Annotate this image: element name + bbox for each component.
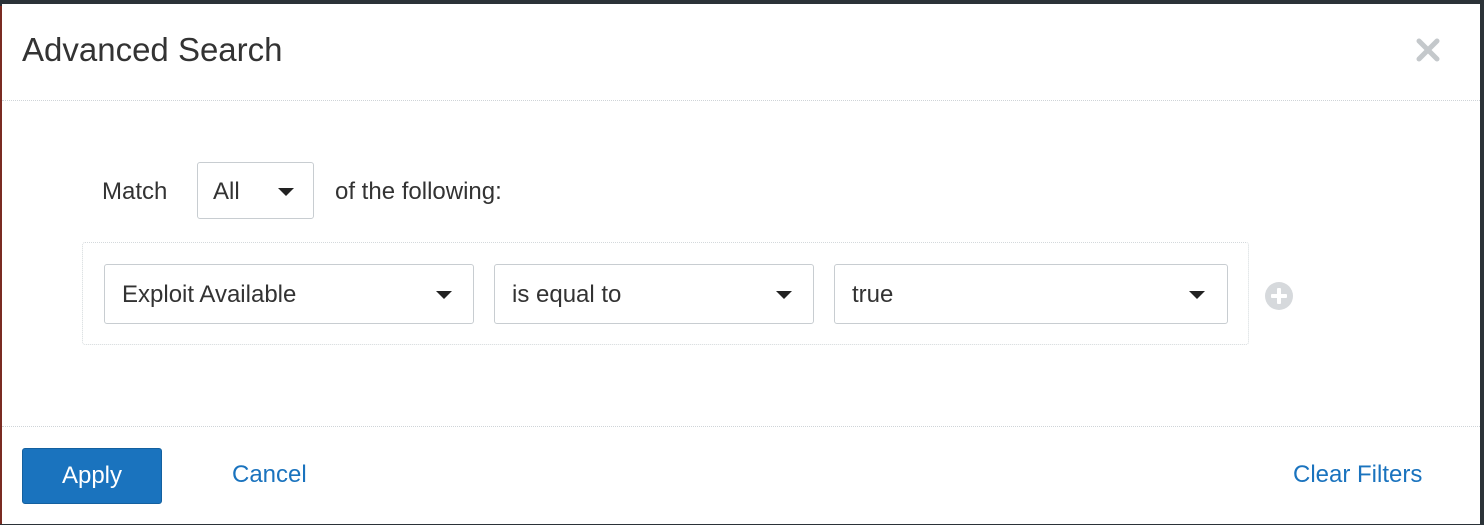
dialog-title: Advanced Search [22,31,283,68]
add-filter-button[interactable] [1264,281,1294,311]
filter-operator-value: is equal to [512,281,622,308]
chevron-down-icon [436,291,452,299]
advanced-search-dialog: Advanced Search Match All of the followi… [2,4,1480,524]
close-button[interactable] [1414,36,1442,64]
chevron-down-icon [278,188,294,196]
filter-field-select[interactable]: Exploit Available [104,264,474,324]
match-label: Match [102,178,168,205]
close-icon [1416,38,1440,62]
clear-filters-link[interactable]: Clear Filters [1293,461,1422,489]
dialog-header: Advanced Search [2,4,1480,101]
match-select[interactable]: All [197,162,314,219]
filter-value-value: true [852,281,894,308]
plus-circle-icon [1265,282,1293,310]
chevron-down-icon [1189,291,1205,299]
match-suffix-label: of the following: [335,178,502,205]
screen-background: Advanced Search Match All of the followi… [0,0,1484,524]
filter-rule-box: Exploit Available is equal to true [82,242,1249,345]
filter-value-select[interactable]: true [834,264,1228,324]
filter-operator-select[interactable]: is equal to [494,264,814,324]
filter-field-value: Exploit Available [122,281,297,308]
dialog-footer: Apply Cancel Clear Filters [2,426,1480,525]
chevron-down-icon [776,291,792,299]
cancel-link[interactable]: Cancel [232,461,307,489]
apply-button[interactable]: Apply [22,448,162,504]
match-select-value: All [213,178,240,205]
